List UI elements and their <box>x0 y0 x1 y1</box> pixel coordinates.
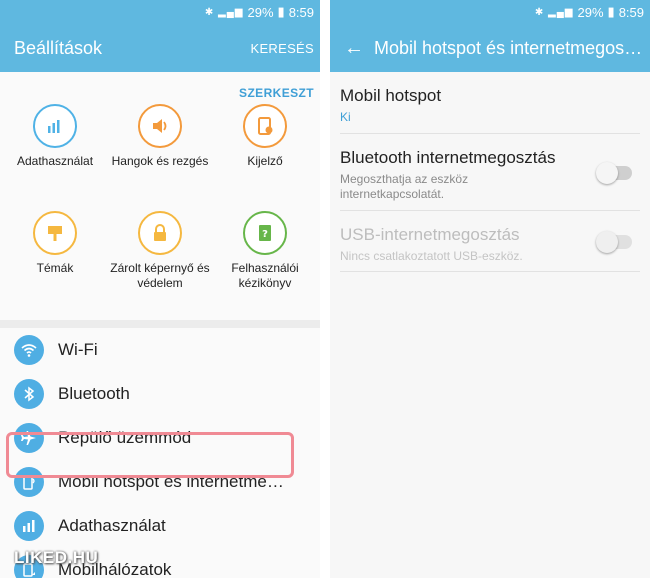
row-subtitle: Megoszthatja az eszköz internetkapcsolat… <box>340 172 469 201</box>
bluetooth-icon <box>14 379 44 409</box>
hotspot-panel: ✱ ▂▄▆ 29% ▮ 8:59 ← Mobil hotspot és inte… <box>330 0 650 578</box>
quick-settings-grid: Adathasználat Hangok és rezgés Kijelző T… <box>0 100 320 320</box>
sound-icon <box>138 104 182 148</box>
status-bar: ✱ ▂▄▆ 29% ▮ 8:59 <box>330 0 650 24</box>
wifi-icon <box>14 335 44 365</box>
status-bar: ✱ ▂▄▆ 29% ▮ 8:59 <box>0 0 320 24</box>
search-button[interactable]: KERESÉS <box>250 41 314 56</box>
bluetooth-tethering-toggle[interactable] <box>596 162 632 184</box>
quick-item-lock-screen[interactable]: Zárolt képernyő és védelem <box>110 210 210 321</box>
battery-icon: ▮ <box>607 4 615 19</box>
toggle-knob <box>596 162 618 184</box>
toggle-knob <box>596 231 618 253</box>
signal-icons: ✱ ▂▄▆ <box>204 6 244 18</box>
list-item-label: Wi-Fi <box>58 340 98 359</box>
quick-item-data-usage[interactable]: Adathasználat <box>0 104 110 199</box>
quick-item-label: Felhasználói kézikönyv <box>231 260 299 290</box>
battery-level: 29% <box>577 4 604 20</box>
row-title: Bluetooth internetmegosztás <box>340 148 556 167</box>
quick-item-label: Zárolt képernyő és védelem <box>110 260 210 290</box>
list-item-label: Bluetooth <box>58 384 130 403</box>
battery-icon: ▮ <box>277 4 285 19</box>
help-book-icon: ? <box>243 210 287 255</box>
panel-divider <box>320 0 330 578</box>
section-divider <box>0 320 320 328</box>
page-title: Mobil hotspot és internetmegosztás <box>374 37 650 58</box>
list-item-data-usage[interactable]: Adathasználat <box>0 504 320 548</box>
back-arrow-icon[interactable]: ← <box>338 37 370 60</box>
row-mobile-hotspot[interactable]: Mobil hotspot Ki <box>340 72 640 134</box>
data-usage-icon <box>33 104 77 148</box>
quick-item-themes[interactable]: Témák <box>0 210 110 321</box>
battery-level: 29% <box>247 4 274 20</box>
svg-text:?: ? <box>262 229 268 240</box>
highlight-frame <box>6 432 294 478</box>
edit-row: SZERKESZT <box>0 72 320 100</box>
row-bluetooth-tethering[interactable]: Bluetooth internetmegosztás Megoszthatja… <box>340 134 640 211</box>
quick-item-label: Kijelző <box>247 154 283 168</box>
display-icon <box>243 104 287 148</box>
row-title: USB-internetmegosztás <box>340 225 520 244</box>
settings-panel: ✱ ▂▄▆ 29% ▮ 8:59 Beállítások KERESÉS SZE… <box>0 0 320 578</box>
watermark: LIKED.HU <box>14 548 99 567</box>
themes-icon <box>33 210 77 255</box>
usb-tethering-toggle <box>596 231 632 253</box>
quick-item-user-manual[interactable]: ? Felhasználói kézikönyv <box>210 210 320 321</box>
app-bar: Beállítások KERESÉS <box>0 24 320 72</box>
row-subtitle: Nincs csatlakoztatott USB-eszköz. <box>340 249 523 263</box>
row-status: Ki <box>340 110 351 124</box>
quick-item-display[interactable]: Kijelző <box>210 104 320 199</box>
clock: 8:59 <box>618 4 644 20</box>
list-item-label: Adathasználat <box>58 516 166 535</box>
quick-item-label: Hangok és rezgés <box>111 154 209 168</box>
signal-icons: ✱ ▂▄▆ <box>534 6 574 18</box>
list-item-wifi[interactable]: Wi-Fi <box>0 328 320 372</box>
app-bar: ← Mobil hotspot és internetmegosztás <box>330 24 650 72</box>
list-item-bluetooth[interactable]: Bluetooth <box>0 372 320 416</box>
data-usage-icon <box>14 511 44 541</box>
quick-item-sounds[interactable]: Hangok és rezgés <box>110 104 210 199</box>
row-usb-tethering: USB-internetmegosztás Nincs csatlakoztat… <box>340 211 640 272</box>
clock: 8:59 <box>288 4 314 20</box>
row-title: Mobil hotspot <box>340 86 442 105</box>
page-title: Beállítások <box>14 37 103 58</box>
lock-icon <box>138 210 182 255</box>
edit-button[interactable]: SZERKESZT <box>239 86 314 100</box>
quick-item-label: Témák <box>36 260 74 275</box>
quick-item-label: Adathasználat <box>16 154 94 168</box>
